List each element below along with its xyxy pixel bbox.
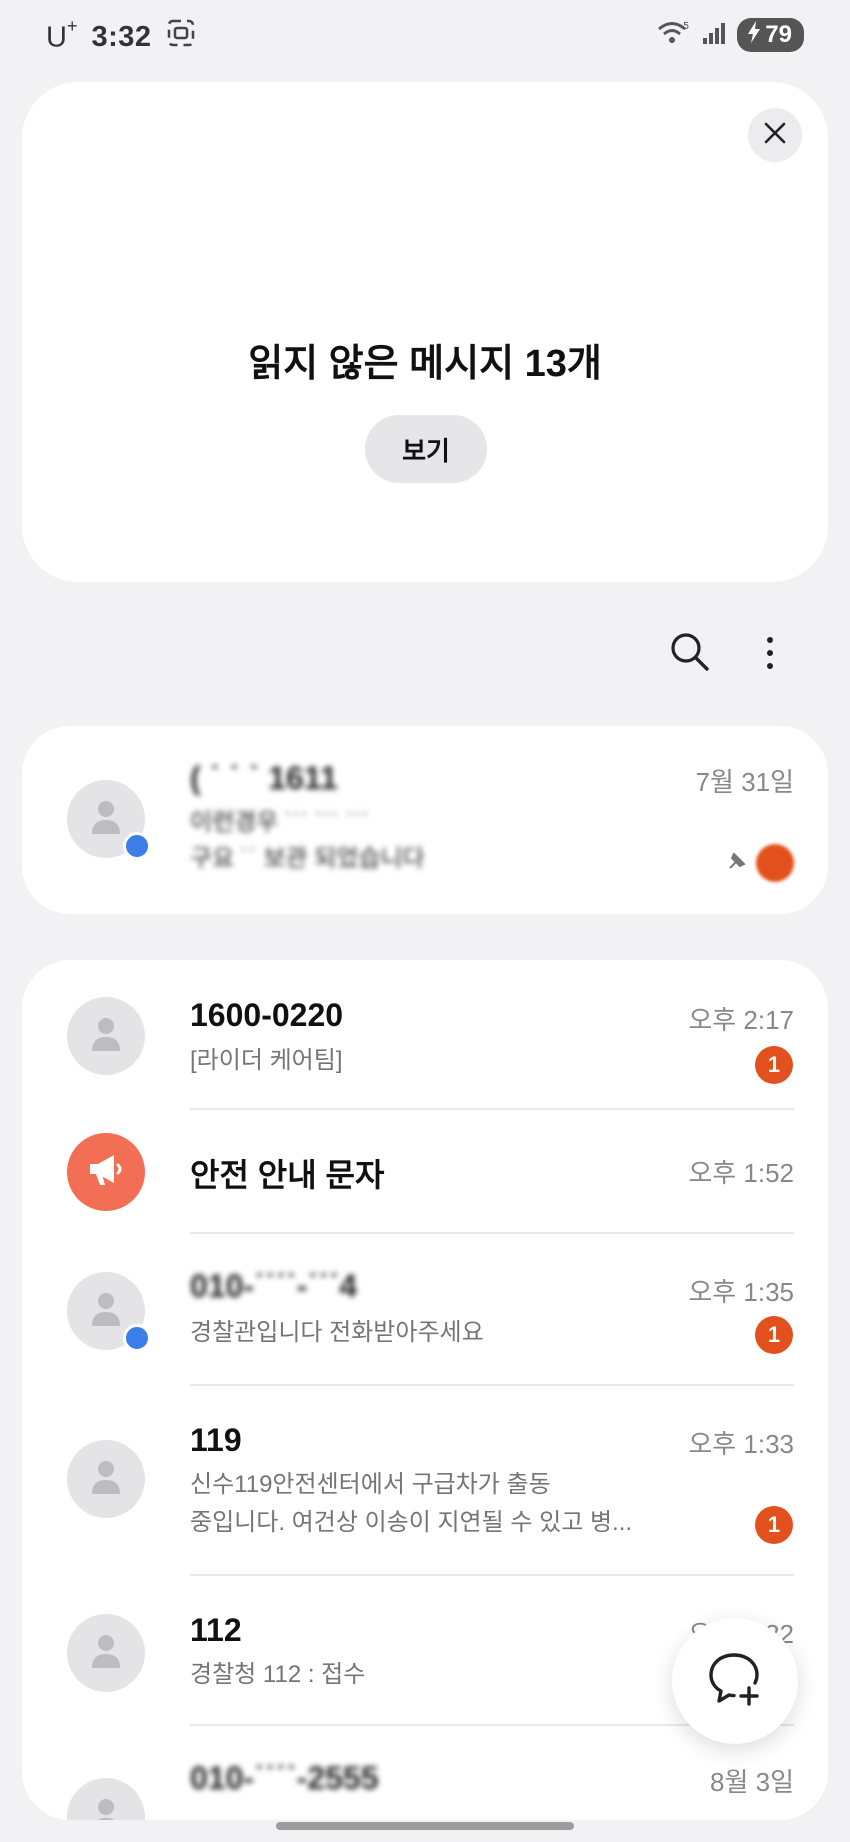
conversation-preview: 경찰관입니다 전화받아주세요 [190,1319,484,1346]
person-icon [89,1290,123,1333]
unread-badge: 1 [755,1316,793,1354]
charging-icon [747,20,761,50]
conversation-time: 8월 3일 [710,1767,794,1797]
conversation-preview: [라이더 케어팀] [190,1047,343,1074]
person-icon [89,1458,123,1501]
status-bar-left: U+ 3:32 [46,15,196,56]
person-icon [89,798,123,841]
pinned-conversations-card: ( ˙ ˙ ˙ 1611 7월 31일 이런경우 ˙˙˙ ˙˙˙ ˙˙˙ 구요 … [22,726,828,914]
conversation-time: 오후 2:17 [688,1005,794,1035]
compose-message-button[interactable] [672,1618,798,1744]
avatar [67,1272,151,1352]
avatar [67,1133,145,1211]
unread-badge [756,844,794,882]
person-icon [89,1632,123,1675]
conversation-name: 안전 안내 문자 [190,1157,385,1193]
conversation-row[interactable]: 119 오후 1:33 신수119안전센터에서 구급차가 출동 중입니다. 여건… [22,1386,828,1574]
compose-chat-icon [706,1650,764,1713]
unread-badge: 1 [755,1506,793,1544]
chat-badge-icon [123,1324,151,1352]
conversation-row[interactable]: 1600-0220 오후 2:17 [라이더 케어팀] 1 [22,960,828,1110]
conversation-preview: 이런경우 ˙˙˙ ˙˙˙ ˙˙˙ [190,809,371,836]
unread-title: 읽지 않은 메시지 13개 [248,343,602,385]
conversation-preview: 신수119안전센터에서 구급차가 출동 [190,1471,551,1498]
megaphone-icon [86,1152,126,1193]
home-indicator[interactable] [276,1822,574,1830]
conversation-name: 010-˙˙˙˙-˙˙˙4 [190,1268,358,1304]
conversation-name: 010-˙˙˙˙-2555 [190,1760,379,1796]
conversation-name: 112 [190,1612,242,1648]
wifi-icon: 5 [657,19,691,52]
conversation-name: 119 [190,1422,242,1458]
conversation-time: 오후 1:35 [688,1277,794,1307]
avatar [67,1614,145,1692]
more-options-button[interactable] [746,628,794,678]
conversation-time: 오후 1:52 [688,1158,794,1188]
svg-text:5: 5 [683,21,689,32]
more-dot-icon [767,650,773,656]
battery-indicator: 79 [737,18,804,52]
signal-icon [701,20,727,51]
conversation-preview: 경찰청 112 : 접수 [190,1661,366,1688]
avatar [67,1778,145,1820]
unread-badge: 1 [755,1046,793,1084]
avatar [67,1440,145,1518]
conversation-row[interactable]: 안전 안내 문자 오후 1:52 [22,1110,828,1234]
search-icon [668,630,710,677]
person-icon [89,1796,123,1820]
conversation-name: 1600-0220 [190,997,344,1033]
screenshot-icon [166,18,196,56]
pin-icon [726,850,748,877]
avatar [67,780,151,860]
conversation-time: 오후 1:33 [688,1429,794,1459]
status-bar-right: 5 79 [657,18,804,52]
clock: 3:32 [91,20,152,53]
more-dot-icon [767,637,773,643]
carrier-label: U+ [46,15,78,54]
conversation-row[interactable]: ( ˙ ˙ ˙ 1611 7월 31일 이런경우 ˙˙˙ ˙˙˙ ˙˙˙ 구요 … [22,726,828,914]
chat-badge-icon [123,832,151,860]
conversation-preview-line2: 중입니다. 여건상 이송이 지연될 수 있고 병... [190,1509,633,1536]
status-bar: U+ 3:32 5 79 [0,0,850,72]
conversation-name: ( ˙ ˙ ˙ 1611 [190,760,338,796]
close-icon [764,122,786,149]
conversation-preview-line2: 구요 ˙˙ 보관 되었습니다 [190,845,425,872]
battery-level: 79 [765,21,792,48]
conversation-time: 7월 31일 [695,767,794,797]
conversation-row[interactable]: 010-˙˙˙˙-˙˙˙4 오후 1:35 경찰관입니다 전화받아주세요 1 [22,1234,828,1388]
avatar [67,997,145,1075]
search-button[interactable] [664,628,714,678]
view-button[interactable]: 보기 [365,415,487,483]
unread-messages-card: 읽지 않은 메시지 13개 보기 [22,82,828,582]
more-dot-icon [767,663,773,669]
close-button[interactable] [748,108,802,162]
conversation-row[interactable]: 010-˙˙˙˙-2555 8월 3일 [22,1726,828,1820]
person-icon [89,1015,123,1058]
